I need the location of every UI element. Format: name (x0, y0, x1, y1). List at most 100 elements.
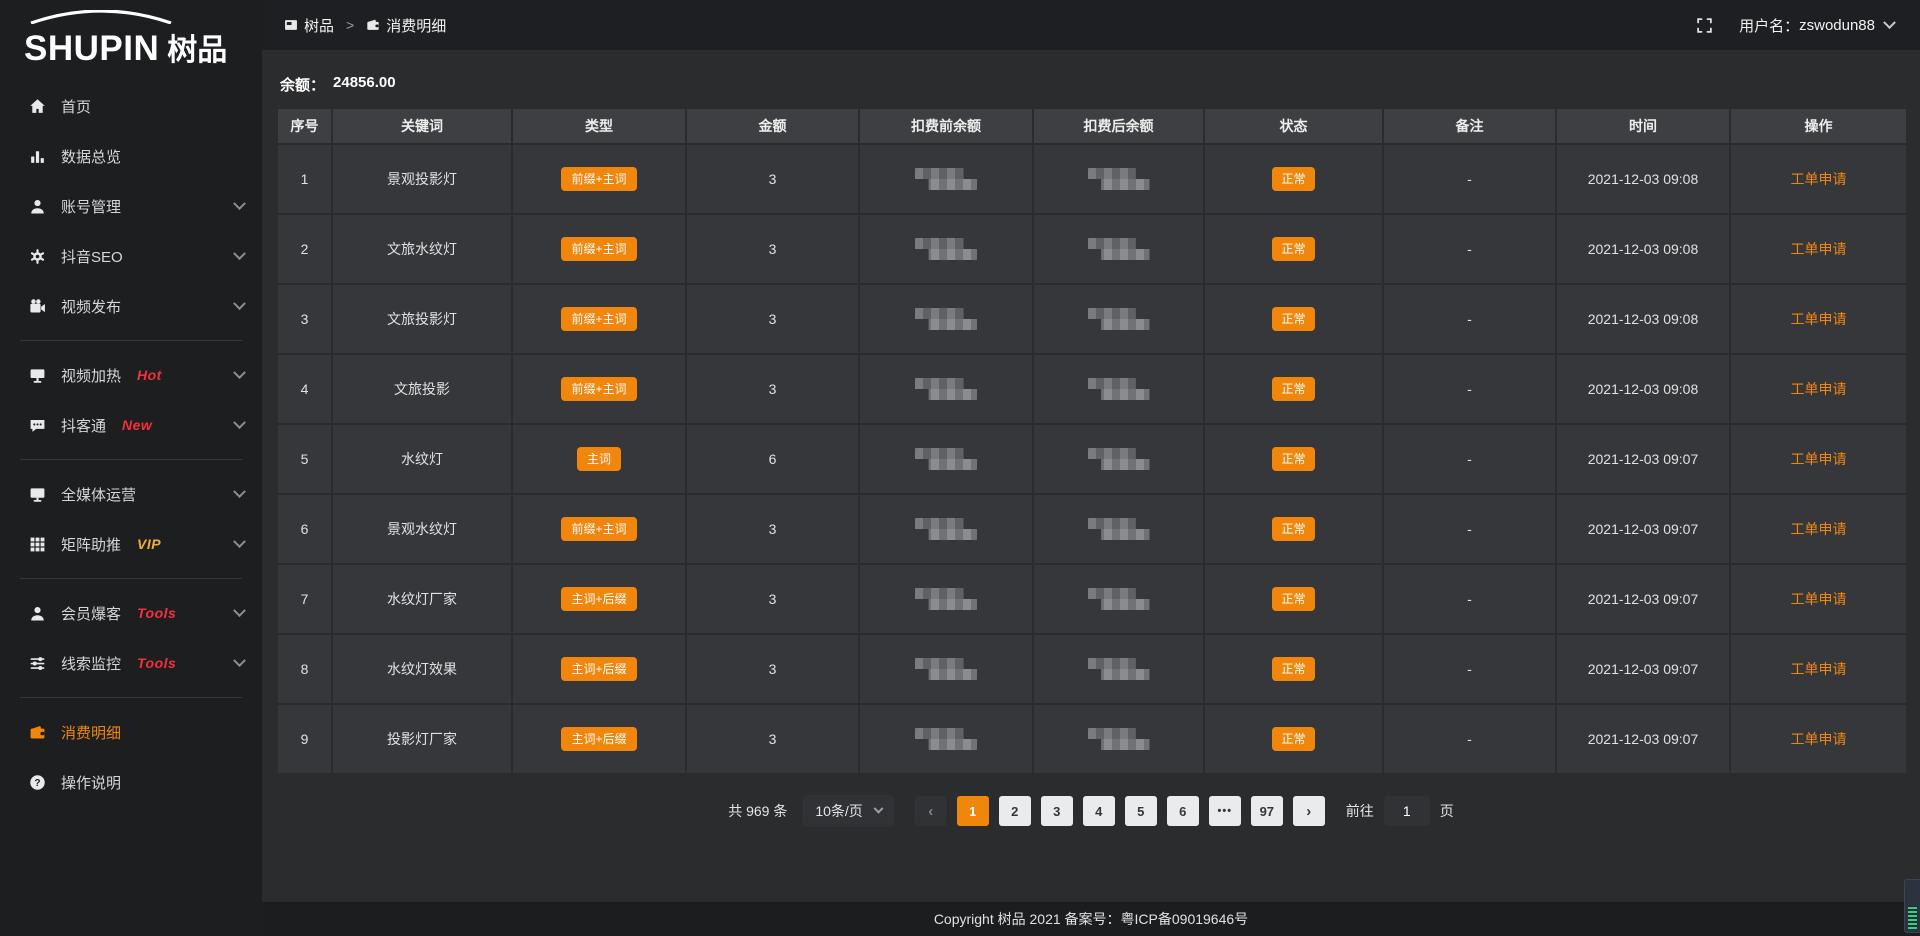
cell-type: 前缀+主词 (513, 285, 687, 355)
sidebar-item-leads-monitor[interactable]: 线索监控Tools (0, 638, 262, 688)
cell-no: 2 (278, 215, 333, 285)
table-row: 6景观水纹灯前缀+主词3正常-2021-12-03 09:07工单申请 (278, 495, 1906, 565)
sidebar-item-home[interactable]: 首页 (0, 81, 262, 131)
ticket-apply-link[interactable]: 工单申请 (1791, 241, 1847, 257)
sidebar-item-douyin-seo[interactable]: 抖音SEO (0, 231, 262, 281)
sidebar-item-video-publish[interactable]: 视频发布 (0, 281, 262, 331)
cell-amount: 3 (687, 285, 860, 355)
sidebar-item-help[interactable]: ?操作说明 (0, 757, 262, 807)
cell-amount: 3 (687, 635, 860, 705)
column-header: 序号 (278, 109, 333, 145)
column-header: 操作 (1731, 109, 1906, 145)
page-button[interactable]: 97 (1251, 796, 1283, 826)
column-header: 扣费前余额 (860, 109, 1034, 145)
page-button[interactable]: 4 (1083, 796, 1115, 826)
masked-value (915, 308, 977, 330)
cell-type: 主词 (513, 425, 687, 495)
cell-status: 正常 (1205, 705, 1384, 775)
breadcrumb-item-current[interactable]: 消费明细 (366, 15, 446, 36)
chevron-down-icon (233, 485, 246, 498)
cell-amount: 6 (687, 425, 860, 495)
cell-balance-after (1034, 705, 1205, 775)
breadcrumb-item-home[interactable]: 树品 (284, 15, 334, 36)
gear-icon (28, 247, 46, 265)
sidebar-item-consume-detail[interactable]: 消费明细 (0, 707, 262, 757)
cell-status: 正常 (1205, 355, 1384, 425)
breadcrumb-label: 树品 (304, 15, 334, 36)
goto-page-input[interactable] (1384, 796, 1430, 826)
screen-icon (28, 366, 46, 384)
masked-value (915, 448, 977, 470)
ticket-apply-link[interactable]: 工单申请 (1791, 171, 1847, 187)
fullscreen-icon[interactable] (1696, 17, 1713, 34)
cell-note: - (1384, 705, 1557, 775)
page-size-select[interactable]: 10条/页 (803, 795, 893, 827)
ticket-apply-link[interactable]: 工单申请 (1791, 381, 1847, 397)
goto-suffix: 页 (1440, 801, 1454, 821)
cell-balance-after (1034, 215, 1205, 285)
page-button[interactable]: 3 (1041, 796, 1073, 826)
masked-value (915, 658, 977, 680)
page-button[interactable]: 2 (999, 796, 1031, 826)
video-camera-icon (28, 297, 46, 315)
sidebar-item-media-ops[interactable]: 全媒体运营 (0, 469, 262, 519)
cell-action: 工单申请 (1731, 565, 1906, 635)
sidebar-item-douketong[interactable]: 抖客通New (0, 400, 262, 450)
cell-time: 2021-12-03 09:08 (1557, 145, 1731, 215)
bar-chart-icon (28, 147, 46, 165)
table-row: 2文旅水纹灯前缀+主词3正常-2021-12-03 09:08工单申请 (278, 215, 1906, 285)
user-menu[interactable]: 用户名： zswodun88 (1739, 15, 1894, 36)
masked-value (915, 588, 977, 610)
sidebar-item-matrix-boost[interactable]: 矩阵助推VIP (0, 519, 262, 569)
cell-amount: 3 (687, 705, 860, 775)
page-button[interactable]: 5 (1125, 796, 1157, 826)
next-page-button[interactable]: › (1293, 796, 1325, 826)
table-row: 9投影灯厂家主词+后缀3正常-2021-12-03 09:07工单申请 (278, 705, 1906, 775)
cell-type: 主词+后缀 (513, 565, 687, 635)
cell-amount: 3 (687, 215, 860, 285)
ticket-apply-link[interactable]: 工单申请 (1791, 731, 1847, 747)
cell-keyword: 文旅投影 (333, 355, 513, 425)
ticket-apply-link[interactable]: 工单申请 (1791, 591, 1847, 607)
cell-no: 3 (278, 285, 333, 355)
table-row: 4文旅投影前缀+主词3正常-2021-12-03 09:08工单申请 (278, 355, 1906, 425)
sidebar-item-member-baoke[interactable]: 会员爆客Tools (0, 588, 262, 638)
masked-value (1088, 728, 1150, 750)
wallet-icon (366, 18, 380, 32)
page-ellipsis-button[interactable]: ••• (1209, 796, 1241, 826)
column-header: 备注 (1384, 109, 1557, 145)
cell-keyword: 投影灯厂家 (333, 705, 513, 775)
cell-action: 工单申请 (1731, 145, 1906, 215)
type-badge: 主词+后缀 (561, 657, 636, 681)
recorder-widget-icon (1904, 879, 1920, 933)
cell-action: 工单申请 (1731, 355, 1906, 425)
page-button[interactable]: 1 (957, 796, 989, 826)
cell-amount: 3 (687, 145, 860, 215)
type-badge: 前缀+主词 (561, 517, 636, 541)
cell-type: 前缀+主词 (513, 495, 687, 565)
sidebar-item-account-manage[interactable]: 账号管理 (0, 181, 262, 231)
cell-action: 工单申请 (1731, 495, 1906, 565)
cell-status: 正常 (1205, 145, 1384, 215)
page-button[interactable]: 6 (1167, 796, 1199, 826)
cell-time: 2021-12-03 09:07 (1557, 495, 1731, 565)
chevron-down-icon (873, 803, 883, 813)
table-row: 8水纹灯效果主词+后缀3正常-2021-12-03 09:07工单申请 (278, 635, 1906, 705)
cell-note: - (1384, 355, 1557, 425)
table-row: 7水纹灯厂家主词+后缀3正常-2021-12-03 09:07工单申请 (278, 565, 1906, 635)
cell-note: - (1384, 495, 1557, 565)
sidebar-item-label: 数据总览 (61, 146, 121, 167)
cell-balance-before (860, 285, 1034, 355)
cell-type: 主词+后缀 (513, 705, 687, 775)
ticket-apply-link[interactable]: 工单申请 (1791, 521, 1847, 537)
ticket-apply-link[interactable]: 工单申请 (1791, 661, 1847, 677)
sidebar-item-data-overview[interactable]: 数据总览 (0, 131, 262, 181)
type-badge: 前缀+主词 (561, 307, 636, 331)
divider (20, 697, 242, 698)
ticket-apply-link[interactable]: 工单申请 (1791, 451, 1847, 467)
prev-page-button[interactable]: ‹ (915, 796, 947, 826)
sidebar-item-video-heat[interactable]: 视频加热Hot (0, 350, 262, 400)
ticket-apply-link[interactable]: 工单申请 (1791, 311, 1847, 327)
cell-amount: 3 (687, 495, 860, 565)
cell-status: 正常 (1205, 635, 1384, 705)
